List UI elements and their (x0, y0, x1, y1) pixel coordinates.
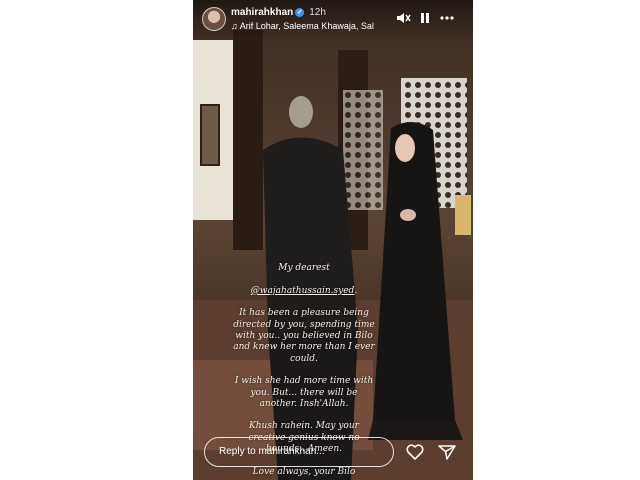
caption-mention[interactable]: @wajahathussain.syed (251, 286, 355, 296)
more-icon[interactable] (439, 10, 455, 26)
music-text: Arif Lohar, Saleema Khawaja, Sal (239, 21, 374, 31)
caption-greeting: My dearest (278, 263, 330, 274)
pause-icon[interactable] (417, 10, 433, 26)
reply-input[interactable]: Reply to mahirahkhan... (204, 437, 394, 467)
verified-badge-icon: ✓ (295, 8, 305, 17)
heart-icon[interactable] (405, 442, 425, 462)
story-viewer[interactable]: mahirahkhan ✓ 12h ♫ Arif Lohar, Saleema Kh… (193, 0, 473, 480)
send-icon[interactable] (437, 442, 457, 462)
time-ago: 12h (309, 7, 326, 18)
username-text[interactable]: mahirahkhan (231, 7, 293, 18)
music-label[interactable]: ♫ Arif Lohar, Saleema Khawaja, Sal (231, 21, 381, 31)
caption-mention-suffix: . (354, 285, 358, 296)
music-icon: ♫ (231, 21, 240, 31)
story-username[interactable]: mahirahkhan ✓ 12h (231, 7, 326, 18)
avatar[interactable] (202, 7, 226, 31)
mute-icon[interactable] (395, 10, 411, 26)
